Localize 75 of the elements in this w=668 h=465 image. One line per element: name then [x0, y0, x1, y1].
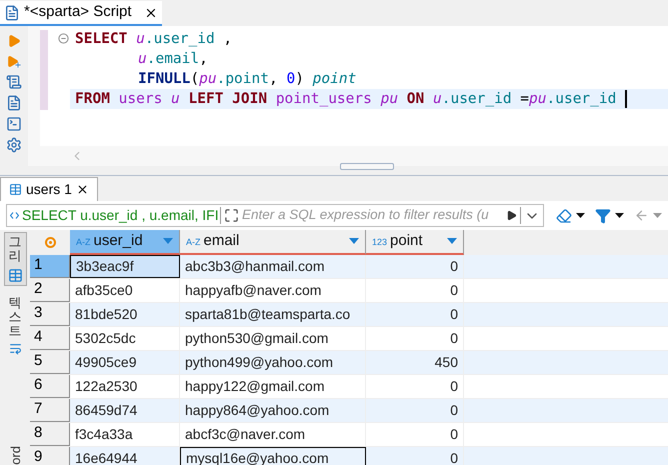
query-text: SELECT u.user_id , u.email, IFI [22, 206, 220, 225]
view-tab[interactable]: 텍스트 [6, 294, 24, 358]
row-number[interactable]: 5 [30, 350, 70, 374]
row-number[interactable]: 6 [30, 374, 70, 398]
table-cell: python530@gmail.com [180, 326, 366, 350]
grid-icon [8, 268, 22, 283]
expand-icon[interactable] [224, 208, 239, 223]
table-cell: 0 [366, 422, 464, 446]
table-cell: 86459d74 [70, 398, 180, 422]
dropdown-caret-icon[interactable] [615, 213, 624, 218]
table-cell: 0 [366, 254, 464, 278]
row-number[interactable]: 1 [30, 254, 70, 278]
code-line: FROM users u LEFT JOIN point_users pu ON u.user_id =pu.user_id [75, 90, 616, 109]
filter-icon[interactable] [595, 208, 612, 224]
code-line: IFNULL(pu.point, 0) point [137, 70, 356, 89]
table-cell: sparta81b@teamsparta.co [180, 302, 366, 326]
row-number[interactable]: 4 [30, 326, 70, 350]
back-icon[interactable] [634, 208, 650, 223]
table-cell: 3b3eac9f [70, 254, 180, 278]
code-line: SELECT u.user_id , [75, 30, 232, 49]
filter-bar[interactable]: SELECT u.user_id , u.email, IFI Enter a SQL expression to filter results (u [6, 204, 544, 227]
row-number[interactable]: 2 [30, 278, 70, 302]
table-cell: f3c4a33a [70, 422, 180, 446]
table-cell: abcf3c@naver.com [180, 422, 366, 446]
editor-tab-title: *<sparta> Script [24, 2, 132, 22]
table-cell: happy864@yahoo.com [180, 398, 366, 422]
text-wrap-icon [8, 342, 22, 356]
table-cell: afb35ce0 [70, 278, 180, 302]
run-script-icon[interactable] [6, 74, 22, 90]
editor-tab[interactable]: *<sparta> Script [0, 1, 162, 26]
run-new-tab-icon[interactable] [6, 53, 22, 69]
table-cell: 0 [366, 278, 464, 302]
eraser-icon[interactable] [556, 208, 572, 224]
table-cell: 122a2530 [70, 374, 180, 398]
row-number[interactable]: 8 [30, 422, 70, 446]
script-icon[interactable] [6, 95, 22, 111]
run-icon[interactable] [7, 34, 21, 48]
script-file-icon [4, 4, 20, 20]
text-cursor [625, 90, 628, 108]
splitter-handle[interactable] [340, 163, 394, 170]
terminal-icon[interactable] [6, 116, 22, 132]
row-number[interactable]: 7 [30, 398, 70, 422]
apply-filter-icon[interactable] [506, 210, 518, 221]
table-cell: 49905ce9 [70, 350, 180, 374]
row-number[interactable]: 9 [30, 446, 70, 465]
view-tab[interactable]: ord [6, 446, 24, 465]
column-header[interactable]: A-Z email [180, 230, 366, 254]
close-icon[interactable] [76, 183, 89, 196]
code-line: u.email, [137, 50, 208, 69]
table-cell: 0 [366, 326, 464, 350]
table-cell: 0 [366, 446, 464, 465]
row-number[interactable]: 3 [30, 302, 70, 326]
results-tab-title: users 1 [26, 180, 72, 199]
sql-text-icon [10, 212, 19, 219]
view-tab[interactable]: 그리 [4, 232, 26, 286]
table-cell: happyafb@naver.com [180, 278, 366, 302]
table-cell: 16e64944 [70, 446, 180, 465]
table-cell: abc3b3@hanmail.com [180, 254, 366, 278]
table-cell: 81bde520 [70, 302, 180, 326]
table-cell: happy122@gmail.com [180, 374, 366, 398]
fold-icon[interactable] [58, 33, 69, 44]
filter-input[interactable]: Enter a SQL expression to filter results (u [242, 205, 504, 226]
row-selector-icon[interactable] [44, 236, 56, 248]
column-header[interactable]: A-Z user_id [70, 230, 180, 254]
results-tab[interactable]: users 1 [0, 177, 98, 201]
table-icon [9, 183, 22, 196]
table-cell: 450 [366, 350, 464, 374]
settings-icon[interactable] [6, 137, 22, 153]
table-cell: 0 [366, 374, 464, 398]
column-header[interactable]: 123 point [366, 230, 464, 254]
table-cell: 0 [366, 302, 464, 326]
table-cell: 0 [366, 398, 464, 422]
table-cell: 5302c5dc [70, 326, 180, 350]
table-cell: python499@yahoo.com [180, 350, 366, 374]
dropdown-caret-icon[interactable] [576, 213, 586, 218]
